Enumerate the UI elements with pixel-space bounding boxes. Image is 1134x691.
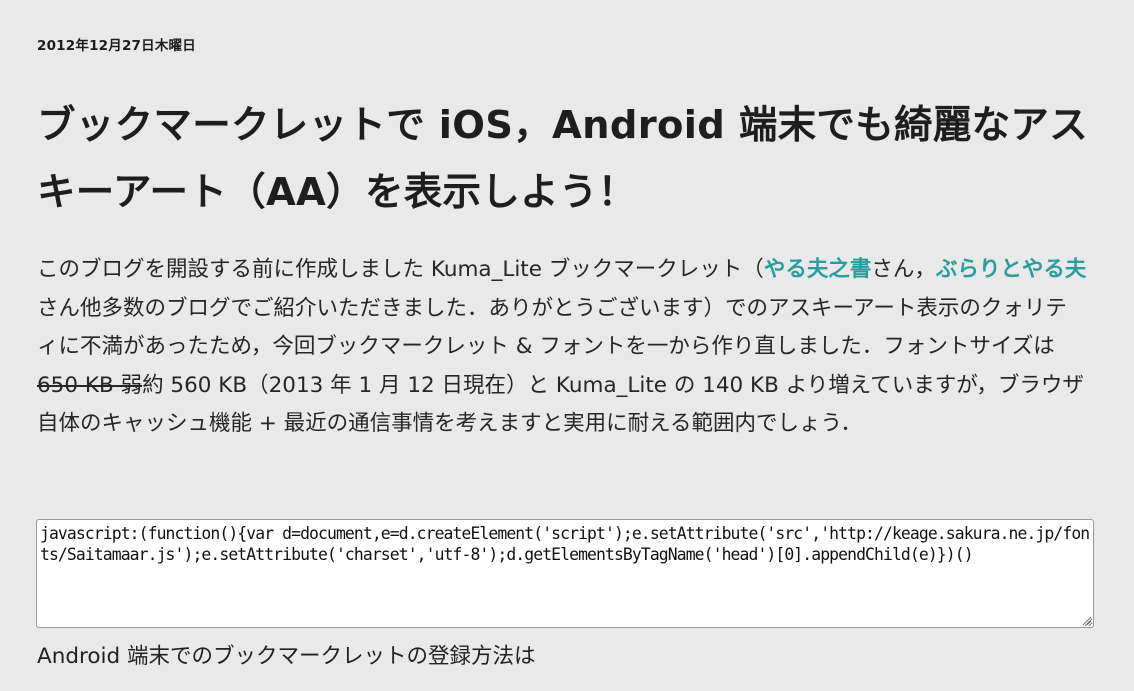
post-date: 2012年12月27日木曜日: [37, 38, 196, 54]
body-text-3: さん他多数のブログでご紹介いただきました．ありがとうございます）でのアスキーアー…: [37, 295, 1067, 360]
struck-font-size: 650 KB 弱: [37, 372, 143, 398]
post-body: このブログを開設する前に作成しました Kuma_Lite ブックマークレット（や…: [37, 251, 1087, 444]
body-text-1: このブログを開設する前に作成しました Kuma_Lite ブックマークレット（: [37, 257, 764, 282]
link-yaruo-no-sho[interactable]: やる夫之書: [764, 257, 872, 282]
body-text-2: さん，: [871, 257, 936, 282]
blog-post-page: 2012年12月27日木曜日 ブックマークレットで iOS，Android 端末…: [0, 0, 1134, 691]
bookmarklet-code-textarea[interactable]: javascript:(function(){var d=document,e=…: [36, 519, 1094, 628]
post-title: ブックマークレットで iOS，Android 端末でも綺麗なアスキーアート（AA…: [37, 103, 1089, 215]
body-text-4: 約 560 KB（2013 年 1 月 12 日現在）と Kuma_Lite の…: [37, 372, 1084, 437]
resize-grip-icon[interactable]: [1080, 614, 1092, 626]
link-burari-to-yaruo[interactable]: ぶらりとやる夫: [936, 257, 1087, 282]
android-registration-heading: Android 端末でのブックマークレットの登録方法は: [37, 644, 536, 669]
